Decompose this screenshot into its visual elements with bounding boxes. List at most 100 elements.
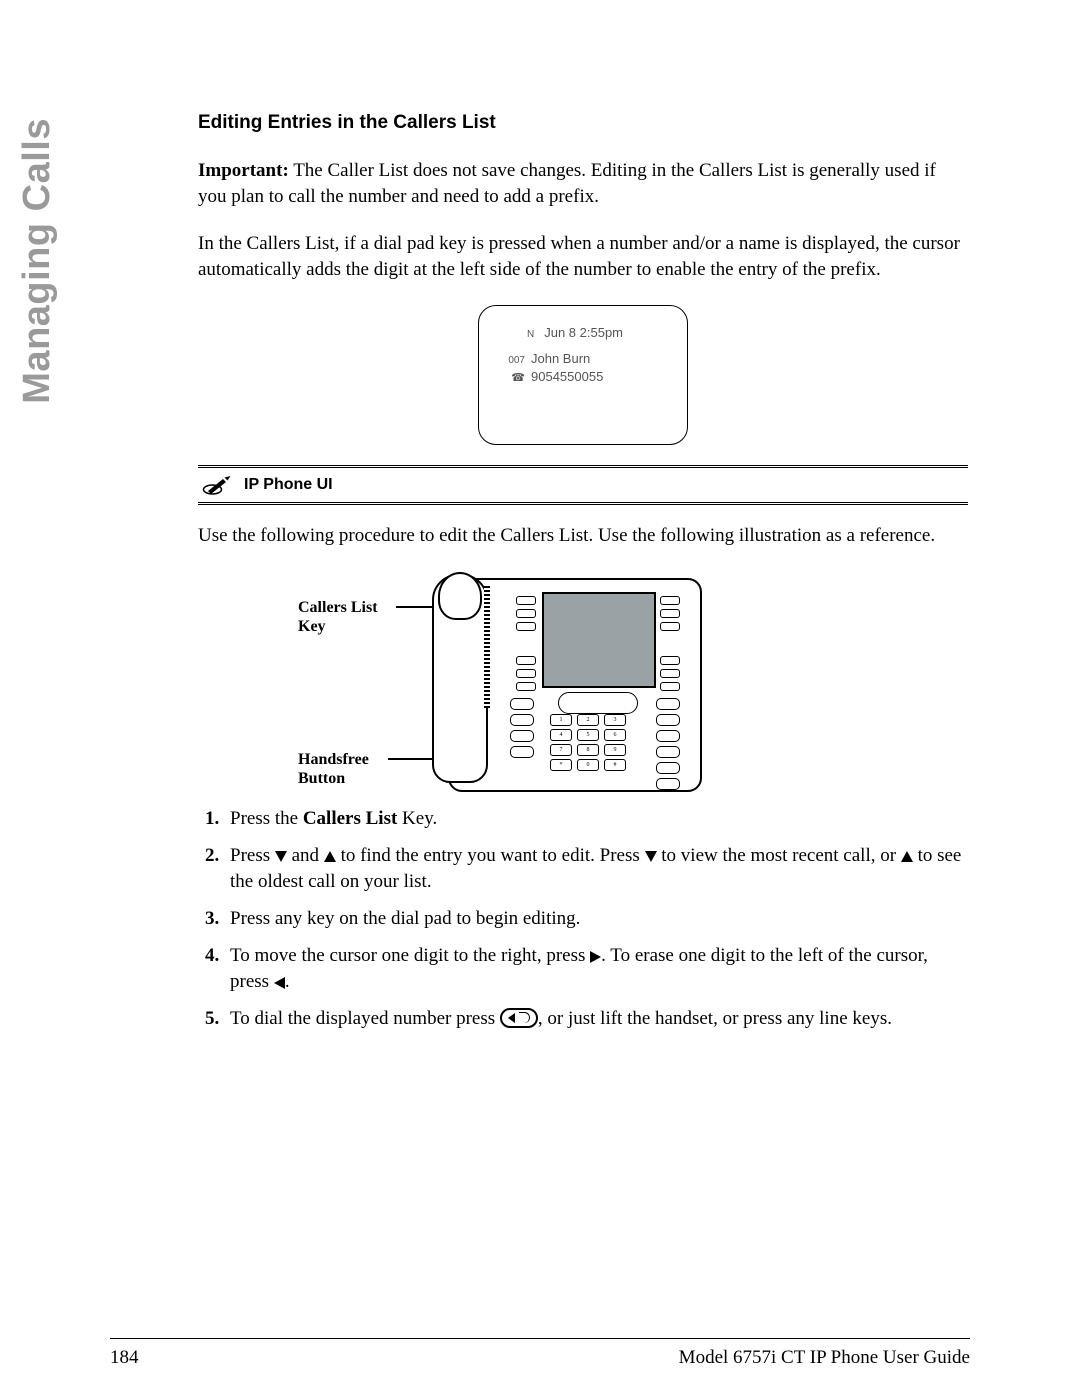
dial-key: 7 (550, 744, 572, 756)
dial-key: 9 (604, 744, 626, 756)
procedure-list: Press the Callers List Key. Press and to… (198, 806, 968, 1032)
lcd-figure: N Jun 8 2:55pm 007 John Burn ☎ 9054550055 (198, 305, 968, 445)
function-key (510, 746, 534, 758)
step-2: Press and to find the entry you want to … (224, 843, 968, 896)
dial-pad: 1 2 3 4 5 6 7 8 9 * 0 # (550, 714, 626, 771)
function-key (510, 698, 534, 710)
function-key (656, 778, 680, 790)
lcd-screen: N Jun 8 2:55pm 007 John Burn ☎ 9054550055 (478, 305, 688, 445)
important-label: Important: (198, 160, 289, 181)
softkeys-top-left (516, 596, 536, 631)
step-1-c: Key. (397, 808, 437, 829)
callout-handsfree-button-text: Handsfree Button (298, 751, 369, 787)
callout-callers-list-key-text: Callers List Key (298, 599, 378, 635)
important-text: The Caller List does not save changes. E… (198, 160, 936, 207)
step-1-b: Callers List (303, 808, 397, 829)
function-key (656, 698, 680, 710)
function-key (656, 714, 680, 726)
softkey (660, 609, 680, 618)
lcd-name-row: 007 John Burn (503, 350, 669, 368)
step-1: Press the Callers List Key. (224, 806, 968, 833)
section-title: Editing Entries in the Callers List (198, 112, 968, 134)
dial-key: # (604, 759, 626, 771)
function-keys-right (656, 698, 680, 790)
page-number: 184 (110, 1347, 139, 1369)
softkeys-bottom-right (660, 656, 680, 691)
lcd-datetime: Jun 8 2:55pm (544, 325, 623, 340)
paragraph-2: In the Callers List, if a dial pad key i… (198, 231, 968, 282)
softkey (516, 656, 536, 665)
softkeys-bottom-left (516, 656, 536, 691)
softkeys-top-right (660, 596, 680, 631)
function-key (510, 730, 534, 742)
speaker-button-icon (500, 1008, 538, 1028)
chapter-tab: Managing Calls (16, 118, 59, 404)
guide-title: Model 6757i CT IP Phone User Guide (679, 1347, 970, 1369)
dial-key: 0 (577, 759, 599, 771)
softkey (516, 682, 536, 691)
page: Managing Calls Editing Entries in the Ca… (0, 0, 1080, 1397)
softkey (660, 622, 680, 631)
dial-key: 8 (577, 744, 599, 756)
softkey (516, 622, 536, 631)
up-arrow-icon (901, 851, 913, 862)
softkey (516, 609, 536, 618)
lcd-n-glyph: N (527, 329, 534, 340)
step-2-b: and (287, 845, 324, 866)
handset-cap (438, 572, 482, 620)
phone-icon: ☎ (503, 371, 525, 386)
right-arrow-icon (590, 951, 601, 963)
footer-rule (110, 1338, 970, 1339)
down-arrow-icon (645, 851, 657, 862)
dial-key: 2 (577, 714, 599, 726)
function-key (656, 762, 680, 774)
function-keys-left (510, 698, 534, 758)
step-1-a: Press the (230, 808, 303, 829)
step-5: To dial the displayed number press , or … (224, 1006, 968, 1033)
step-2-d: to view the most recent call, or (657, 845, 901, 866)
lcd-number: 9054550055 (531, 369, 603, 384)
lcd-index: 007 (503, 354, 525, 368)
step-4-a: To move the cursor one digit to the righ… (230, 945, 590, 966)
paragraph-3: Use the following procedure to edit the … (198, 523, 968, 549)
dial-key: 3 (604, 714, 626, 726)
lcd-number-row: ☎ 9054550055 (503, 368, 669, 386)
function-key (510, 714, 534, 726)
softkey (660, 656, 680, 665)
down-arrow-icon (275, 851, 287, 862)
up-arrow-icon (324, 851, 336, 862)
function-key (656, 746, 680, 758)
handset (432, 574, 488, 783)
softkey (660, 682, 680, 691)
dial-key: 5 (577, 729, 599, 741)
ip-phone-ui-label: IP Phone UI (244, 476, 333, 494)
dial-key: 6 (604, 729, 626, 741)
paragraph-important: Important: The Caller List does not save… (198, 158, 968, 209)
dial-key: 4 (550, 729, 572, 741)
step-5-b: , or just lift the handset, or press any… (538, 1008, 892, 1029)
content-column: Editing Entries in the Callers List Impo… (198, 112, 968, 1042)
softkey (660, 596, 680, 605)
pen-icon (202, 474, 232, 496)
step-3: Press any key on the dial pad to begin e… (224, 906, 968, 933)
softkey (516, 669, 536, 678)
handset-cord (484, 586, 490, 708)
footer: 184 Model 6757i CT IP Phone User Guide (110, 1347, 970, 1369)
step-4-c: . (285, 971, 290, 992)
lcd-datetime-row: N Jun 8 2:55pm (527, 324, 669, 342)
function-key (656, 730, 680, 742)
dial-key: * (550, 759, 572, 771)
ip-phone-ui-heading: IP Phone UI (198, 465, 968, 505)
dial-key: 1 (550, 714, 572, 726)
step-5-a: To dial the displayed number press (230, 1008, 500, 1029)
callout-handsfree-button: Handsfree Button (298, 750, 408, 788)
callout-callers-list-key: Callers List Key (298, 598, 408, 636)
step-2-a: Press (230, 845, 275, 866)
step-4: To move the cursor one digit to the righ… (224, 943, 968, 996)
lcd-name: John Burn (531, 351, 590, 366)
nav-pad (558, 692, 638, 714)
phone-illustration: Callers List Key Handsfree Button (198, 570, 968, 800)
softkey (516, 596, 536, 605)
left-arrow-icon (274, 977, 285, 989)
phone-screen (542, 592, 656, 688)
